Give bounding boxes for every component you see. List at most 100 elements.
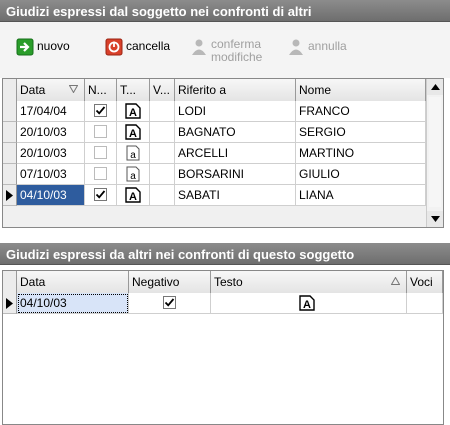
text-a-icon: A	[125, 124, 141, 140]
column-header-testo[interactable]: Testo	[211, 271, 407, 293]
checkmark-icon	[95, 190, 106, 199]
delete-button[interactable]: cancella	[105, 38, 170, 74]
checkmark-icon	[95, 106, 106, 115]
table-row-selected[interactable]: 04/10/03 A	[3, 293, 443, 314]
row-pointer-icon	[6, 298, 13, 309]
new-button[interactable]: nuovo	[16, 38, 70, 74]
cell-date[interactable]: 20/10/03	[17, 122, 85, 143]
cell-negativo[interactable]	[129, 293, 211, 314]
cell-negativo[interactable]	[85, 101, 117, 122]
text-a-icon: A	[125, 103, 141, 119]
outgoing-judgements-grid: Data N... T... V... Riferito a Nome 17/0…	[2, 78, 444, 228]
cancel-user-icon	[289, 39, 303, 55]
vertical-scrollbar[interactable]	[426, 79, 443, 227]
new-button-label: nuovo	[37, 39, 70, 53]
cell-tipo[interactable]: A	[117, 185, 150, 206]
svg-text:a: a	[130, 171, 136, 182]
cell-riferito[interactable]: LODI	[175, 101, 296, 122]
cell-nome[interactable]: SERGIO	[296, 122, 426, 143]
cell-negativo[interactable]	[85, 143, 117, 164]
cell-voci[interactable]	[150, 101, 175, 122]
confirm-user-icon	[192, 39, 206, 55]
column-header-date[interactable]: Data	[17, 79, 85, 101]
cell-negativo[interactable]	[85, 122, 117, 143]
table-row[interactable]: 20/10/03 a ARCELLI MARTINO	[3, 143, 426, 164]
text-a-icon: a	[126, 145, 140, 161]
table-row[interactable]: 07/10/03 a BORSARINI GIULIO	[3, 164, 426, 185]
cell-voci[interactable]	[150, 185, 175, 206]
svg-text:A: A	[129, 128, 137, 140]
cell-nome[interactable]: FRANCO	[296, 101, 426, 122]
scroll-down-button[interactable]	[427, 211, 443, 227]
cell-negativo[interactable]	[85, 164, 117, 185]
row-pointer-icon	[6, 190, 13, 201]
confirm-changes-button[interactable]: conferma modifiche	[190, 38, 271, 74]
negativo-checkbox[interactable]	[94, 167, 107, 180]
cell-voci[interactable]	[150, 122, 175, 143]
column-header-voci[interactable]: V...	[150, 79, 175, 101]
svg-text:a: a	[130, 150, 136, 161]
delete-button-label: cancella	[126, 39, 171, 53]
sort-down-icon	[69, 85, 78, 93]
panel-title-incoming: Giudizi espressi da altri nei confronti …	[0, 243, 450, 265]
cell-tipo[interactable]: a	[117, 164, 150, 185]
text-a-icon: A	[299, 295, 315, 311]
scroll-up-icon	[431, 84, 440, 90]
incoming-judgements-grid: Data Negativo Testo Voci 04/10/03 A	[2, 270, 444, 425]
text-a-icon: A	[125, 187, 141, 203]
negativo-checkbox[interactable]	[163, 296, 176, 309]
column-header-negativo[interactable]: N...	[85, 79, 117, 101]
cell-voci[interactable]	[150, 164, 175, 185]
cell-nome[interactable]: LIANA	[296, 185, 426, 206]
negativo-checkbox[interactable]	[94, 146, 107, 159]
confirm-label-line2: modifiche	[211, 50, 263, 64]
cell-riferito[interactable]: ARCELLI	[175, 143, 296, 164]
column-header-voci[interactable]: Voci	[407, 271, 443, 293]
svg-text:A: A	[303, 299, 311, 311]
table-row-selected[interactable]: 04/10/03 A SABATI LIANA	[3, 185, 426, 206]
column-header-date[interactable]: Data	[17, 271, 129, 293]
cell-nome[interactable]: GIULIO	[296, 164, 426, 185]
cell-tipo[interactable]: A	[117, 101, 150, 122]
column-header-tipo[interactable]: T...	[117, 79, 150, 101]
svg-text:A: A	[129, 191, 137, 203]
column-header-riferito[interactable]: Riferito a	[175, 79, 296, 101]
scroll-down-icon	[431, 216, 440, 222]
negativo-checkbox[interactable]	[94, 125, 107, 138]
delete-icon	[105, 38, 123, 56]
cell-date[interactable]: 17/04/04	[17, 101, 85, 122]
table-row[interactable]: 20/10/03 A BAGNATO SERGIO	[3, 122, 426, 143]
cell-testo[interactable]: A	[211, 293, 407, 314]
cell-voci[interactable]	[150, 143, 175, 164]
cell-tipo[interactable]: A	[117, 122, 150, 143]
grid-header: Data Negativo Testo Voci	[3, 271, 443, 293]
cell-date[interactable]: 20/10/03	[17, 143, 85, 164]
toolbar: nuovo cancella conferma modifiche annull…	[0, 22, 450, 78]
text-a-icon: a	[126, 166, 140, 182]
cancel-button[interactable]: annulla	[287, 38, 347, 74]
table-row[interactable]: 17/04/04 A LODI FRANCO	[3, 101, 426, 122]
sort-up-icon	[391, 277, 400, 285]
negativo-checkbox[interactable]	[94, 104, 107, 117]
cell-date[interactable]: 04/10/03	[17, 185, 85, 206]
column-header-nome[interactable]: Nome	[296, 79, 426, 101]
cell-riferito[interactable]: SABATI	[175, 185, 296, 206]
checkmark-icon	[164, 298, 175, 307]
grid-header: Data N... T... V... Riferito a Nome	[3, 79, 426, 101]
cell-nome[interactable]: MARTINO	[296, 143, 426, 164]
scroll-up-button[interactable]	[427, 79, 443, 95]
cell-negativo[interactable]	[85, 185, 117, 206]
cell-date[interactable]: 07/10/03	[17, 164, 85, 185]
panel-title-outgoing: Giudizi espressi dal soggetto nei confro…	[0, 0, 450, 22]
plus-arrow-icon	[16, 38, 34, 56]
svg-text:A: A	[129, 107, 137, 119]
cell-voci[interactable]	[407, 293, 443, 314]
cell-date[interactable]: 04/10/03	[17, 293, 129, 314]
cell-tipo[interactable]: a	[117, 143, 150, 164]
negativo-checkbox[interactable]	[94, 188, 107, 201]
cell-riferito[interactable]: BAGNATO	[175, 122, 296, 143]
scrollbar-track[interactable]	[429, 97, 441, 207]
column-header-negativo[interactable]: Negativo	[129, 271, 211, 293]
cell-riferito[interactable]: BORSARINI	[175, 164, 296, 185]
cancel-button-label: annulla	[308, 39, 347, 53]
